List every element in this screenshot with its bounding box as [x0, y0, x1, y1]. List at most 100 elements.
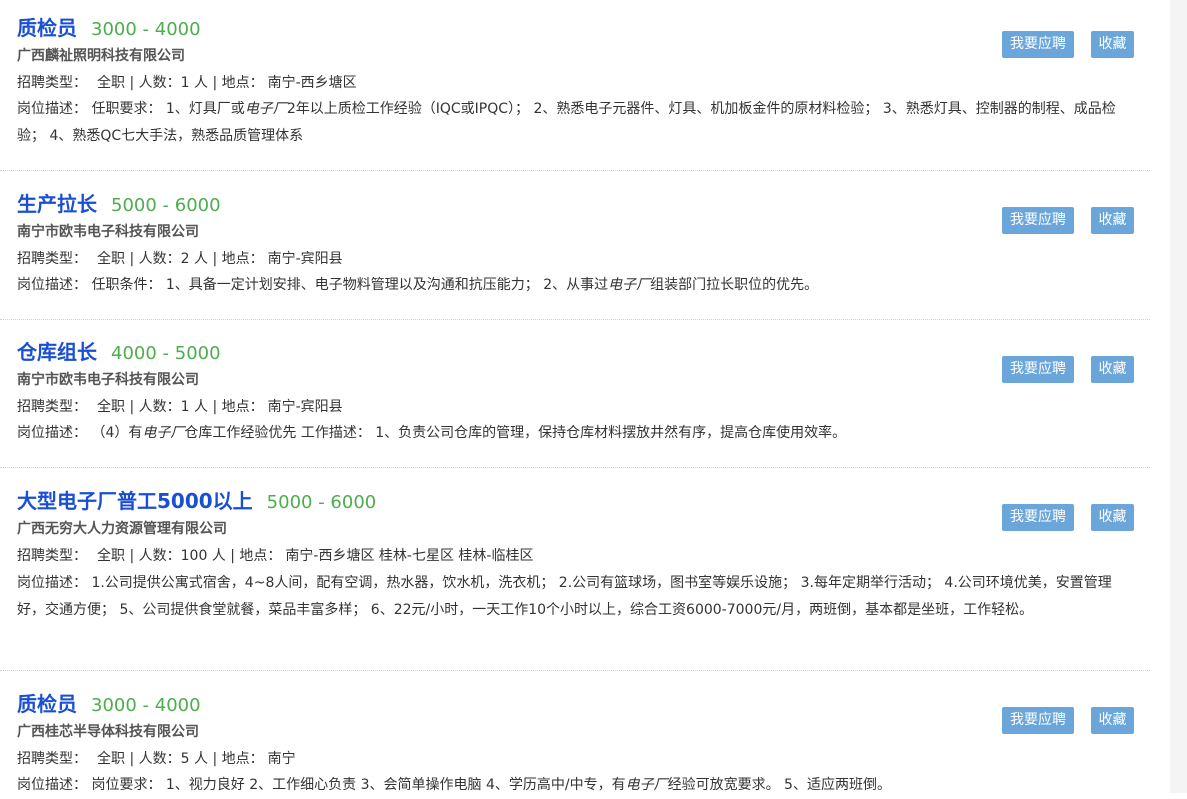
job-type: 全职 — [97, 75, 125, 91]
job-description: 岗位描述： 任职要求： 1、灯具厂或电子厂2年以上质检工作经验（IQC或IPQC… — [17, 96, 1135, 150]
job-type: 全职 — [97, 548, 125, 564]
job-location: 南宁 — [267, 751, 296, 767]
job-title-line: 生产拉长 5000 - 6000 — [17, 191, 221, 219]
desc-text: 经验可放宽要求。 5、适应两班倒。 — [667, 777, 891, 793]
count-label: 人数： — [138, 399, 181, 415]
job-item: 生产拉长 5000 - 6000 南宁市欧韦电子科技有限公司 招聘类型： 全职 | … — [0, 171, 1150, 320]
job-description: 岗位描述： 岗位要求： 1、视力良好 2、工作细心负责 3、会简单操作电脑 4、… — [17, 772, 1135, 799]
job-type: 全职 — [97, 399, 125, 415]
job-title-line: 质检员 3000 - 4000 — [17, 15, 201, 43]
desc-keyword: 电子厂 — [244, 101, 287, 117]
company-name: 南宁市欧韦电子科技有限公司 — [17, 224, 199, 240]
job-meta: 招聘类型： 全职 | 人数：5 人 | 地点： 南宁 — [17, 749, 296, 769]
job-type: 全职 — [97, 751, 125, 767]
apply-button[interactable]: 我要应聘 — [1002, 207, 1074, 234]
location-label: 地点： — [221, 751, 264, 767]
job-title-link[interactable]: 仓库组长 — [17, 340, 97, 364]
company-name: 广西麟祉照明科技有限公司 — [17, 48, 185, 64]
meta-separator: | — [129, 751, 135, 767]
job-title-line: 大型电子厂普工5000以上 5000 - 6000 — [17, 488, 376, 516]
desc-label: 岗位描述： — [17, 777, 87, 793]
count-label: 人数： — [138, 548, 181, 564]
meta-separator: | — [230, 548, 235, 564]
desc-keyword: 电子厂 — [608, 277, 651, 293]
job-title-link[interactable]: 质检员 — [17, 16, 77, 40]
meta-separator: | — [212, 75, 218, 91]
job-title-line: 仓库组长 4000 - 5000 — [17, 339, 221, 367]
job-location: 南宁-西乡塘区 — [267, 75, 357, 91]
company-name: 广西桂芯半导体科技有限公司 — [17, 724, 199, 740]
location-label: 地点： — [221, 399, 264, 415]
job-item: 仓库组长 4000 - 5000 南宁市欧韦电子科技有限公司 招聘类型： 全职 | … — [0, 320, 1150, 468]
desc-label: 岗位描述： — [17, 277, 87, 293]
desc-label: 岗位描述： — [17, 101, 87, 117]
job-meta: 招聘类型： 全职 | 人数：2 人 | 地点： 南宁-宾阳县 — [17, 249, 343, 269]
count-label: 人数： — [138, 751, 181, 767]
apply-button[interactable]: 我要应聘 — [1002, 707, 1074, 734]
job-type: 全职 — [97, 251, 125, 267]
apply-button[interactable]: 我要应聘 — [1002, 31, 1074, 58]
meta-separator: | — [129, 399, 135, 415]
job-count: 5 人 — [180, 751, 208, 767]
company-name: 广西无穷大人力资源管理有限公司 — [17, 521, 227, 537]
job-item: 大型电子厂普工5000以上 5000 - 6000 广西无穷大人力资源管理有限公司… — [0, 468, 1150, 671]
meta-separator: | — [129, 251, 135, 267]
meta-separator: | — [212, 251, 218, 267]
job-salary: 4000 - 5000 — [111, 343, 221, 364]
save-button[interactable]: 收藏 — [1091, 31, 1134, 58]
meta-separator: | — [212, 399, 218, 415]
save-button[interactable]: 收藏 — [1091, 207, 1134, 234]
meta-separator: | — [129, 75, 135, 91]
desc-text: 组装部门拉长职位的优先。 — [650, 277, 819, 293]
desc-text: 岗位要求： 1、视力良好 2、工作细心负责 3、会简单操作电脑 4、学历高中/中… — [91, 777, 626, 793]
desc-text: 任职条件： 1、具备一定计划安排、电子物料管理以及沟通和抗压能力； 2、从事过 — [91, 277, 609, 293]
desc-text: 任职要求： 1、灯具厂或 — [91, 101, 245, 117]
desc-text: 仓库工作经验优先 工作描述： 1、负责公司仓库的管理，保持仓库材料摆放井然有序，… — [184, 425, 847, 441]
count-label: 人数： — [138, 75, 181, 91]
job-location: 南宁-宾阳县 — [267, 399, 343, 415]
job-title-link[interactable]: 质检员 — [17, 692, 77, 716]
job-description: 岗位描述： 1.公司提供公寓式宿舍，4~8人间，配有空调，热水器，饮水机，洗衣机… — [17, 570, 1135, 624]
job-salary: 3000 - 4000 — [91, 695, 201, 716]
meta-separator: | — [129, 548, 135, 564]
company-name: 南宁市欧韦电子科技有限公司 — [17, 372, 199, 388]
type-label: 招聘类型： — [17, 251, 87, 267]
location-label: 地点： — [239, 548, 282, 564]
job-meta: 招聘类型： 全职 | 人数：1 人 | 地点： 南宁-宾阳县 — [17, 397, 343, 417]
job-description: 岗位描述： （4）有电子厂仓库工作经验优先 工作描述： 1、负责公司仓库的管理，… — [17, 420, 1135, 447]
job-salary: 5000 - 6000 — [111, 195, 221, 216]
job-meta: 招聘类型： 全职 | 人数：100 人 | 地点： 南宁-西乡塘区 桂林-七星区 桂… — [17, 546, 533, 566]
location-label: 地点： — [221, 251, 264, 267]
job-title-line: 质检员 3000 - 4000 — [17, 691, 201, 719]
save-button[interactable]: 收藏 — [1091, 356, 1134, 383]
job-salary: 5000 - 6000 — [266, 492, 377, 513]
job-description: 岗位描述： 任职条件： 1、具备一定计划安排、电子物料管理以及沟通和抗压能力； … — [17, 272, 1135, 299]
desc-label: 岗位描述： — [17, 575, 87, 591]
job-item: 质检员 3000 - 4000 广西麟祉照明科技有限公司 招聘类型： 全职 | 人数… — [0, 0, 1150, 171]
job-salary: 3000 - 4000 — [91, 19, 201, 40]
apply-button[interactable]: 我要应聘 — [1002, 504, 1074, 531]
job-meta: 招聘类型： 全职 | 人数：1 人 | 地点： 南宁-西乡塘区 — [17, 73, 357, 93]
desc-text: 1.公司提供公寓式宿舍，4~8人间，配有空调，热水器，饮水机，洗衣机； 2.公司… — [17, 575, 1112, 618]
desc-keyword: 电子厂 — [625, 777, 668, 793]
type-label: 招聘类型： — [17, 548, 87, 564]
save-button[interactable]: 收藏 — [1091, 707, 1134, 734]
apply-button[interactable]: 我要应聘 — [1002, 356, 1074, 383]
desc-label: 岗位描述： — [17, 425, 87, 441]
type-label: 招聘类型： — [17, 75, 87, 91]
job-location: 南宁-宾阳县 — [267, 251, 343, 267]
job-count: 100 人 — [180, 548, 226, 564]
job-location: 南宁-西乡塘区 桂林-七星区 桂林-临桂区 — [285, 548, 534, 564]
job-list: 质检员 3000 - 4000 广西麟祉照明科技有限公司 招聘类型： 全职 | 人数… — [0, 0, 1170, 793]
save-button[interactable]: 收藏 — [1091, 504, 1134, 531]
desc-text: （4）有 — [91, 425, 143, 441]
type-label: 招聘类型： — [17, 399, 87, 415]
count-label: 人数： — [138, 251, 181, 267]
job-title-link[interactable]: 生产拉长 — [17, 192, 97, 216]
job-count: 1 人 — [180, 75, 208, 91]
desc-keyword: 电子厂 — [142, 425, 185, 441]
meta-separator: | — [212, 751, 218, 767]
job-item: 质检员 3000 - 4000 广西桂芯半导体科技有限公司 招聘类型： 全职 | 人… — [0, 671, 1150, 793]
location-label: 地点： — [221, 75, 264, 91]
job-title-link[interactable]: 大型电子厂普工5000以上 — [17, 489, 253, 513]
